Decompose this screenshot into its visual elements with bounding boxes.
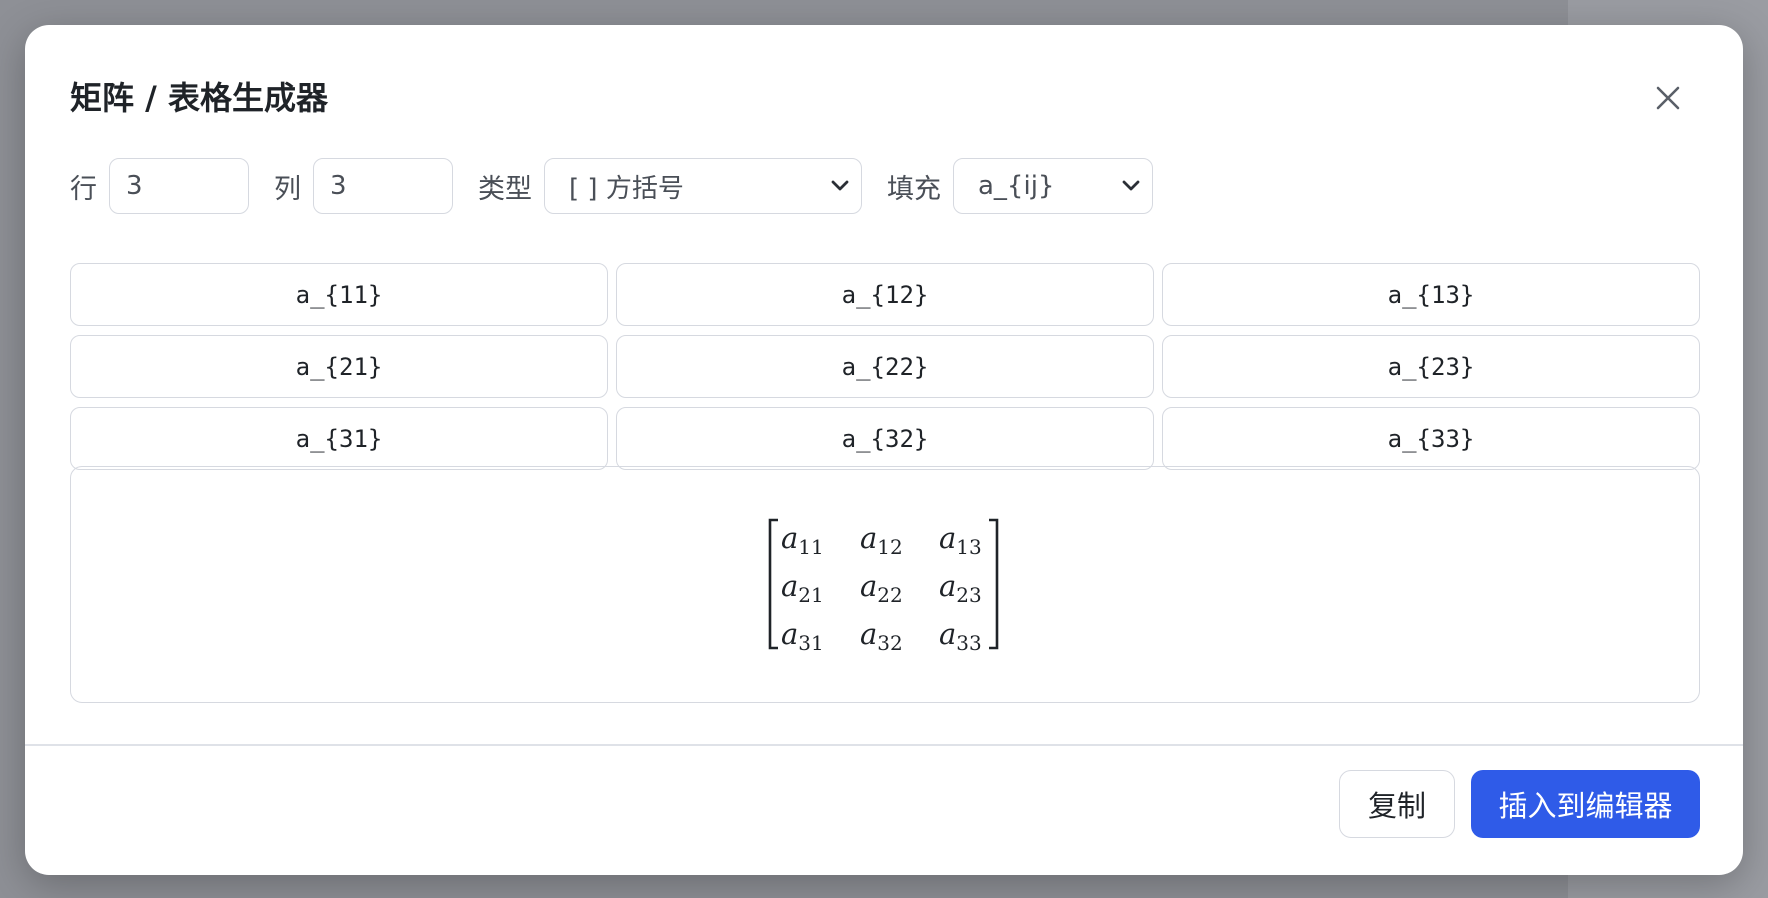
dialog-title: 矩阵 / 表格生成器: [70, 79, 328, 117]
right-bracket: [989, 518, 999, 649]
matrix-cell-grid: [70, 263, 1700, 470]
matrix-entry: a13: [939, 521, 982, 559]
chevron-down-icon: [831, 180, 849, 191]
chevron-down-icon: [1122, 180, 1140, 191]
type-select-value: [ ] 方括号: [569, 173, 684, 204]
matrix-entry: a21: [781, 569, 824, 607]
copy-button[interactable]: 复制: [1339, 770, 1455, 838]
matrix-cell[interactable]: [70, 407, 608, 470]
matrix-controls: 行 列 类型 [ ] 方括号 填充 a_{ij}: [70, 158, 1178, 214]
insert-to-editor-button[interactable]: 插入到编辑器: [1471, 770, 1700, 838]
dialog-header: 矩阵 / 表格生成器: [70, 73, 1698, 123]
cols-label: 列: [274, 173, 301, 205]
rows-input[interactable]: [109, 158, 249, 214]
matrix-cell[interactable]: [1162, 407, 1700, 470]
matrix-entry: a22: [860, 569, 903, 607]
matrix-render: a11 a12 a13 a21 a22 a23 a31 a32 a33: [768, 518, 999, 655]
matrix-cell[interactable]: [616, 407, 1154, 470]
matrix-cell[interactable]: [1162, 335, 1700, 398]
matrix-cell[interactable]: [616, 263, 1154, 326]
matrix-entry: a11: [781, 521, 824, 559]
fill-select-value: a_{ij}: [978, 171, 1055, 201]
matrix-entry: a32: [860, 617, 903, 655]
close-icon: [1656, 86, 1680, 110]
close-button[interactable]: [1648, 78, 1688, 118]
fill-select[interactable]: a_{ij}: [953, 158, 1153, 214]
cols-input[interactable]: [313, 158, 453, 214]
fill-label: 填充: [887, 173, 941, 205]
matrix-generator-dialog: 矩阵 / 表格生成器 行 列 类型 [ ] 方括号 填充 a_{ij}: [25, 25, 1743, 875]
matrix-preview: a11 a12 a13 a21 a22 a23 a31 a32 a33: [70, 466, 1700, 703]
matrix-cell[interactable]: [70, 263, 608, 326]
matrix-cell[interactable]: [1162, 263, 1700, 326]
type-select[interactable]: [ ] 方括号: [544, 158, 862, 214]
matrix-cell[interactable]: [70, 335, 608, 398]
matrix-entry: a33: [939, 617, 982, 655]
type-label: 类型: [478, 173, 532, 205]
matrix-cell[interactable]: [616, 335, 1154, 398]
rows-label: 行: [70, 173, 97, 205]
matrix-entry: a23: [939, 569, 982, 607]
matrix-entry: a12: [860, 521, 903, 559]
matrix-entry: a31: [781, 617, 824, 655]
footer-divider: [25, 744, 1743, 746]
left-bracket: [768, 518, 778, 649]
